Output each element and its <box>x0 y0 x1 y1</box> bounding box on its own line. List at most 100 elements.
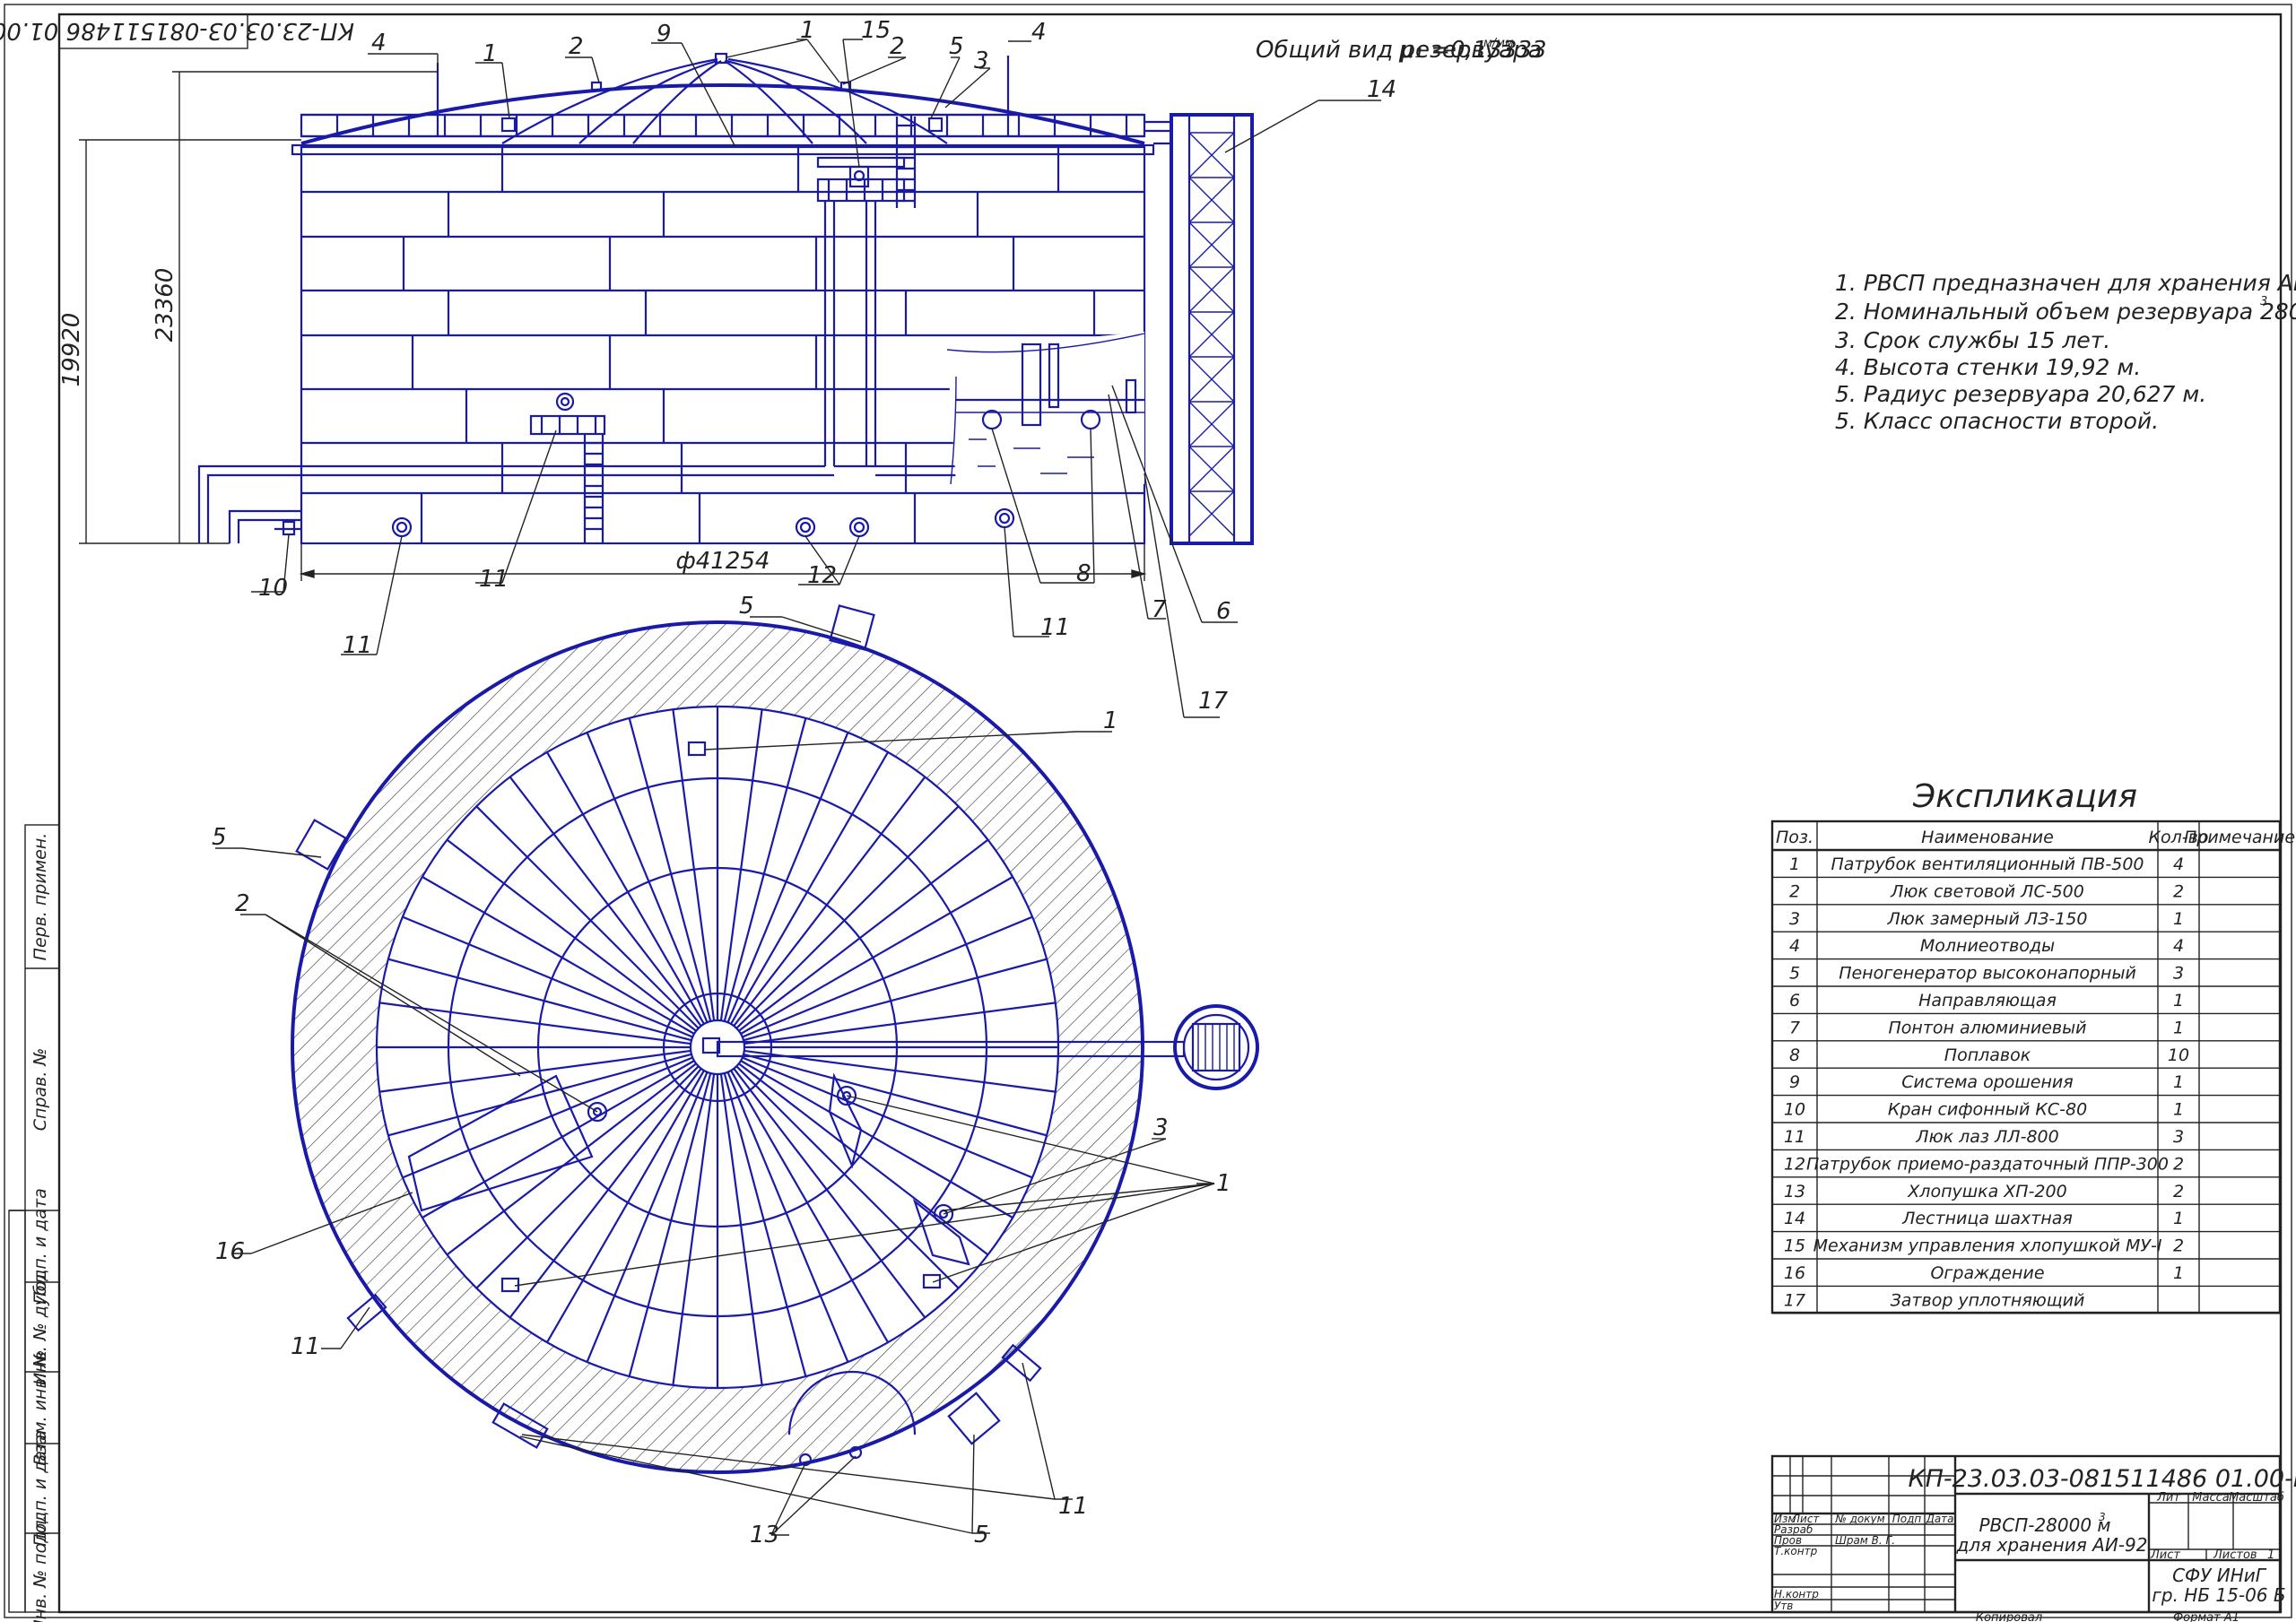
expl-row-15-qty: 2 <box>2173 1236 2184 1256</box>
expl-row-12-name: Патрубок приемо-раздаточный ППР-300 <box>1806 1154 2169 1174</box>
expl-row-1-qty: 4 <box>2173 854 2184 874</box>
sheets-label: Листов <box>2213 1548 2257 1562</box>
expl-row-16-qty: 1 <box>2173 1263 2184 1283</box>
view-scale: μ₁ =0,13333 <box>1398 37 1547 64</box>
col-mass: Масса <box>2192 1491 2229 1505</box>
side-stamp-1: Справ. № <box>30 1048 50 1131</box>
foam-platform <box>816 156 906 466</box>
note-6: 5. Класс опасности второй. <box>1835 408 2159 434</box>
callout-9: 9 <box>657 21 672 48</box>
callout-1b: 1 <box>800 17 815 44</box>
expl-row-7-qty: 1 <box>2173 1018 2184 1037</box>
plan-callout-3: 3 <box>1153 1115 1169 1141</box>
explication-title: Экспликация <box>1912 778 2137 815</box>
expl-row-2-pos: 2 <box>1789 881 1800 901</box>
rotated-stamp-text: КП-23.03.03-081511486 01.00-В0 <box>0 17 354 44</box>
plan-callout-11b: 11 <box>1058 1493 1088 1520</box>
plan-callout-1b: 1 <box>1216 1170 1231 1197</box>
expl-row-10-name: Кран сифонный КС-80 <box>1888 1100 2087 1120</box>
callout-10: 10 <box>258 575 288 602</box>
expl-row-4-qty: 4 <box>2173 936 2184 956</box>
callout-8: 8 <box>1076 560 1091 587</box>
plan-callout-11a: 11 <box>291 1333 320 1360</box>
expl-row-15-pos: 15 <box>1784 1236 1805 1256</box>
sheets-value: 1 <box>2267 1548 2274 1562</box>
row-ndoc: № докум <box>1834 1513 1884 1525</box>
callout-4a: 4 <box>371 30 387 56</box>
plan-callout-13: 13 <box>750 1522 779 1548</box>
technical-notes: 1. РВСП предназначен для хранения АИ-92.… <box>1835 270 2296 434</box>
ladder-tower-plan <box>1173 1004 1259 1090</box>
note-2: 2. Номинальный объем резервуара 28000 м <box>1835 299 2296 325</box>
expl-row-14-qty: 1 <box>2173 1209 2184 1228</box>
expl-row-4-pos: 4 <box>1789 936 1800 956</box>
expl-row-3-name: Люк замерный ЛЗ-150 <box>1886 909 2087 929</box>
expl-row-5-name: Пеногенератор высоконапорный <box>1839 964 2136 984</box>
expl-row-9-pos: 9 <box>1789 1072 1800 1092</box>
plan-callout-2: 2 <box>235 890 250 917</box>
row-tkontr: Т.контр <box>1774 1545 1818 1557</box>
callout-4b: 4 <box>1031 19 1047 46</box>
expl-row-16-name: Ограждение <box>1930 1263 2044 1283</box>
drawing-sheet: КП-23.03.03-081511486 01.00-В0 Перв. при… <box>0 4 2296 1622</box>
bottom-nozzles <box>274 507 1015 538</box>
expl-row-11-qty: 3 <box>2173 1127 2184 1147</box>
expl-row-13-qty: 2 <box>2173 1182 2184 1201</box>
expl-row-2-qty: 2 <box>2173 881 2184 901</box>
expl-row-7-pos: 7 <box>1789 1018 1800 1037</box>
note-2-sup: 3 <box>2260 295 2267 308</box>
callout-1a: 1 <box>483 40 498 67</box>
expl-row-13-pos: 13 <box>1784 1182 1805 1201</box>
explication-rows: 1 Патрубок вентиляционный ПВ-500 4 2 Люк све… <box>1772 854 2280 1314</box>
format-label: Формат А1 <box>2173 1611 2239 1622</box>
callout-11b: 11 <box>479 566 509 593</box>
expl-row-5-pos: 5 <box>1789 964 1800 984</box>
expl-row-17-pos: 17 <box>1784 1290 1805 1310</box>
product-name-1: РВСП-28000 м <box>1979 1514 2110 1536</box>
expl-row-14-pos: 14 <box>1784 1209 1805 1228</box>
callout-11a: 11 <box>343 632 372 659</box>
expl-row-12-qty: 2 <box>2173 1154 2184 1174</box>
sheet-label: Лист <box>2150 1548 2180 1562</box>
expl-row-17-name: Затвор уплотняющий <box>1891 1290 2085 1310</box>
expl-row-4-name: Молниеотводы <box>1920 936 2055 956</box>
side-stamp: Перв. примен. Справ. № Подп. и дата Инв.… <box>8 824 60 1622</box>
expl-row-1-pos: 1 <box>1789 854 1800 874</box>
expl-row-10-pos: 10 <box>1784 1100 1805 1120</box>
expl-row-16-pos: 16 <box>1784 1263 1805 1283</box>
expl-row-13-name: Хлопушка ХП-200 <box>1907 1182 2066 1201</box>
callout-15: 15 <box>861 17 891 44</box>
callout-5a: 5 <box>949 33 964 60</box>
cutaway-section <box>946 332 1145 485</box>
side-stamp-6: Инв. № подл. <box>30 1514 50 1622</box>
callout-2a: 2 <box>569 33 584 60</box>
copied-label: Копировал <box>1976 1611 2042 1622</box>
expl-row-5-qty: 3 <box>2173 964 2184 984</box>
expl-row-6-pos: 6 <box>1789 991 1800 1010</box>
expl-row-15-name: Механизм управления хлопушкой МУ-I <box>1813 1236 2162 1256</box>
expl-row-9-qty: 1 <box>2173 1072 2184 1092</box>
doc-code: КП-23.03.03-081511486 01.00-В0 <box>1908 1465 2296 1493</box>
expl-row-6-qty: 1 <box>2173 991 2184 1010</box>
expl-row-10-qty: 1 <box>2173 1100 2184 1120</box>
row-podp: Подп <box>1892 1513 1922 1525</box>
product-name-sup: 3 <box>2099 1511 2106 1523</box>
callout-14: 14 <box>1367 76 1396 103</box>
title-block: КП-23.03.03-081511486 01.00-В0 РВСП-2800… <box>1770 1454 2296 1614</box>
col-lit: Лит <box>2156 1491 2180 1505</box>
callout-3a: 3 <box>974 48 989 74</box>
dim-diameter: ф41254 <box>676 548 770 575</box>
expl-header-name: Наименование <box>1921 828 2054 847</box>
dimensions <box>79 71 1147 581</box>
shaft-ladder <box>1144 113 1254 545</box>
side-stamp-0: Перв. примен. <box>30 833 50 961</box>
expl-row-9-name: Система орошения <box>1901 1072 2073 1092</box>
note-5: 5. Радиус резервуара 20,627 м. <box>1835 381 2206 407</box>
expl-row-3-qty: 1 <box>2173 909 2184 929</box>
expl-row-14-name: Лестница шахтная <box>1901 1209 2073 1228</box>
plan-callout-1a: 1 <box>1103 707 1118 734</box>
prov-name: Шрам В. Г. <box>1835 1534 1895 1547</box>
callout-7: 7 <box>1152 596 1167 623</box>
expl-header-note: Примечание <box>2184 828 2295 847</box>
row-nkontr: Н.контр <box>1774 1588 1819 1600</box>
